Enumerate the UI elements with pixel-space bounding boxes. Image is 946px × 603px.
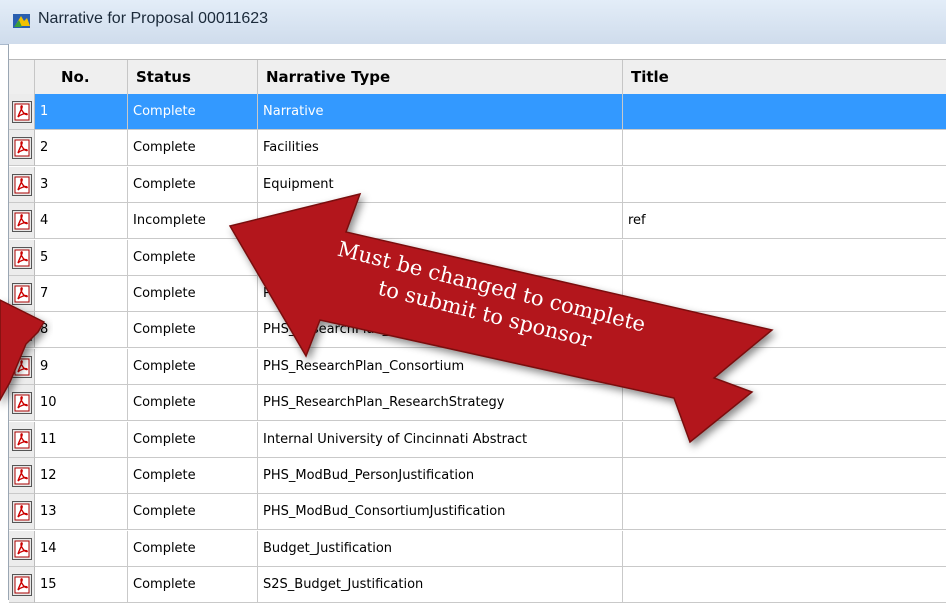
- small-arrow-shape: [0, 299, 46, 402]
